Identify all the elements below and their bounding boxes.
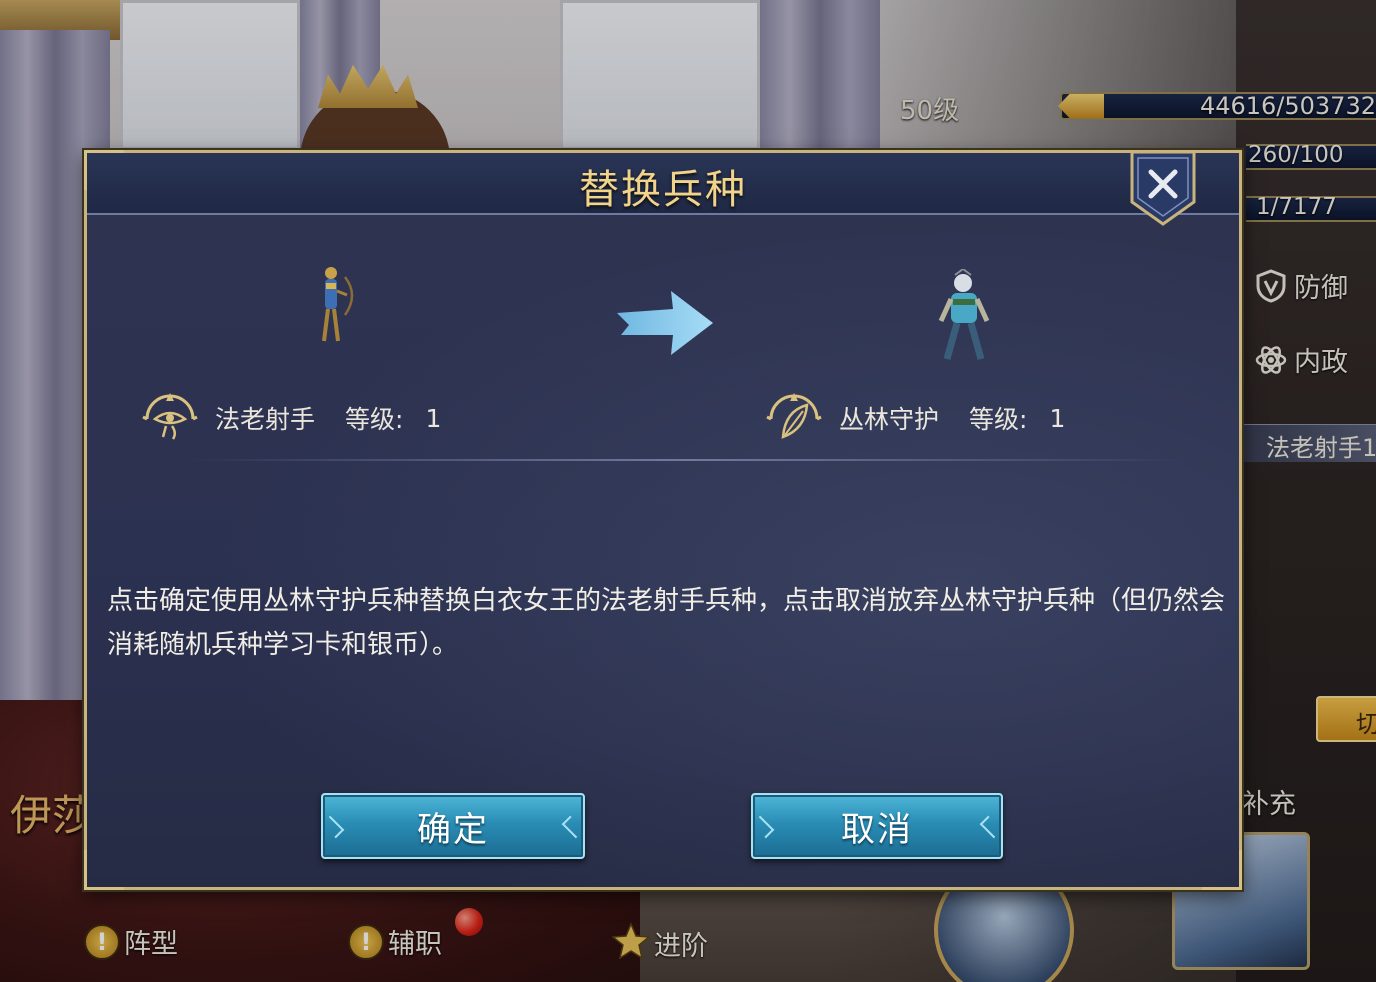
dialog-message: 点击确定使用丛林守护兵种替换白衣女王的法老射手兵种，点击取消放弃丛林守护兵种（但… bbox=[107, 586, 1226, 660]
to-unit-level: 1 bbox=[1049, 403, 1066, 433]
close-icon bbox=[1130, 150, 1196, 226]
cancel-button-label: 取消 bbox=[841, 809, 913, 850]
jungle-guardian-figure bbox=[933, 267, 997, 369]
to-unit-info: 丛林守护 等级: 1 bbox=[765, 389, 1065, 447]
from-unit-info: 法老射手 等级: 1 bbox=[141, 389, 441, 447]
dialog-header: 替换兵种 bbox=[87, 153, 1239, 215]
from-unit-level: 1 bbox=[425, 403, 442, 433]
button-ornament bbox=[561, 815, 585, 839]
close-button[interactable] bbox=[1128, 150, 1198, 226]
to-unit-name: 丛林守护 bbox=[839, 405, 940, 434]
eye-of-horus-icon bbox=[141, 389, 199, 447]
pharaoh-archer-figure bbox=[311, 263, 361, 351]
frame-corner bbox=[1202, 850, 1242, 890]
confirm-button-label: 确定 bbox=[417, 809, 489, 850]
cancel-button[interactable]: 取消 bbox=[751, 793, 1003, 859]
frame-corner bbox=[84, 850, 124, 890]
replace-arrow-icon bbox=[617, 289, 717, 359]
divider bbox=[187, 459, 1187, 461]
button-ornament bbox=[979, 815, 1003, 839]
replace-unit-dialog: 替换兵种 法老射手 等级: 1 丛林守护 等级: 1 点击确定使用丛林守护兵种替… bbox=[84, 150, 1242, 890]
confirm-button[interactable]: 确定 bbox=[321, 793, 585, 859]
from-unit-name: 法老射手 bbox=[215, 405, 316, 434]
dialog-title: 替换兵种 bbox=[579, 167, 747, 213]
button-ornament bbox=[321, 815, 345, 839]
from-unit-level-label: 等级: bbox=[345, 405, 404, 434]
button-ornament bbox=[751, 815, 775, 839]
to-unit-level-label: 等级: bbox=[969, 405, 1028, 434]
leaf-emblem-icon bbox=[765, 389, 823, 447]
